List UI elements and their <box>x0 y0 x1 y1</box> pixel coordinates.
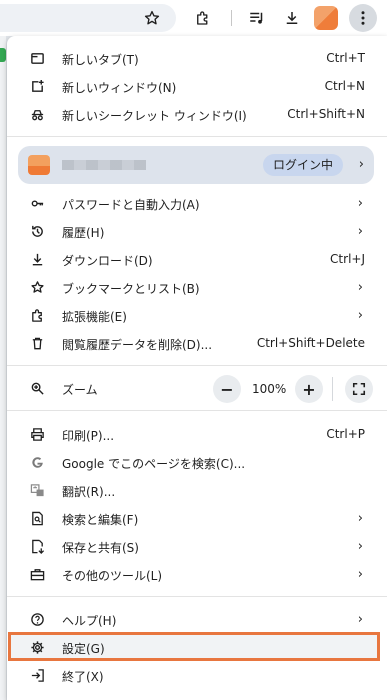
menu-item-save-share[interactable]: 保存と共有(S) › <box>7 532 387 560</box>
menu-item-passwords[interactable]: パスワードと自動入力(A) › <box>7 189 387 217</box>
menu-item-settings[interactable]: 設定(G) <box>7 633 387 661</box>
menu-shortcut: Ctrl+Shift+Delete <box>256 336 365 350</box>
new-window-icon <box>29 78 45 94</box>
menu-item-clear-data[interactable]: 閲覧履歴データを削除(D)... Ctrl+Shift+Delete <box>7 329 387 357</box>
translate-icon <box>29 482 45 498</box>
trash-icon <box>29 335 45 351</box>
menu-label: 新しいウィンドウ(N) <box>62 81 177 95</box>
menu-label: 印刷(P)... <box>62 429 115 443</box>
exit-icon <box>29 667 45 683</box>
page-background <box>0 36 6 700</box>
download-icon[interactable] <box>282 8 302 28</box>
reading-list-icon[interactable] <box>247 8 267 28</box>
star-icon[interactable] <box>142 8 162 28</box>
more-vert-icon[interactable] <box>349 4 377 32</box>
menu-shortcut: Ctrl+J <box>330 252 365 266</box>
zoom-level: 100% <box>252 382 287 396</box>
menu-label: ヘルプ(H) <box>62 614 117 628</box>
menu-label: 翻訳(R)... <box>62 485 116 499</box>
menu-label: 閲覧履歴データを削除(D)... <box>62 338 213 352</box>
find-in-page-icon <box>29 510 45 526</box>
zoom-out-button[interactable]: − <box>213 375 241 403</box>
chevron-right-icon: › <box>357 567 363 582</box>
menu-label: パスワードと自動入力(A) <box>62 198 200 212</box>
star-icon <box>29 279 45 295</box>
menu-label: 新しいシークレット ウィンドウ(I) <box>62 109 247 123</box>
menu-shortcut: Ctrl+P <box>326 427 365 441</box>
menu-label: 新しいタブ(T) <box>62 53 139 67</box>
menu-label: その他のツール(L) <box>62 569 163 583</box>
menu-shortcut: Ctrl+Shift+N <box>287 107 365 121</box>
menu-item-new-window[interactable]: 新しいウィンドウ(N) Ctrl+N <box>7 72 387 100</box>
chevron-right-icon: › <box>357 511 363 526</box>
menu-item-help[interactable]: ヘルプ(H) › <box>7 605 387 633</box>
menu-item-print[interactable]: 印刷(P)... Ctrl+P <box>7 420 387 448</box>
browser-toolbar <box>0 0 387 36</box>
menu-label: 拡張機能(E) <box>62 310 127 324</box>
fullscreen-button[interactable] <box>345 375 373 403</box>
zoom-divider <box>332 377 333 401</box>
menu-item-translate[interactable]: 翻訳(R)... <box>7 476 387 504</box>
toolbox-icon <box>29 566 45 582</box>
menu-item-google-search[interactable]: Google でこのページを検索(C)... <box>7 448 387 476</box>
menu-item-exit[interactable]: 終了(X) <box>7 661 387 689</box>
profile-avatar[interactable] <box>314 6 338 30</box>
fullscreen-icon <box>352 382 366 396</box>
chrome-menu: 新しいタブ(T) Ctrl+T 新しいウィンドウ(N) Ctrl+N 新しいシー… <box>7 36 387 700</box>
menu-item-new-incognito[interactable]: 新しいシークレット ウィンドウ(I) Ctrl+Shift+N <box>7 100 387 128</box>
chevron-right-icon: › <box>357 612 363 627</box>
menu-divider <box>7 410 387 411</box>
incognito-icon <box>29 106 45 122</box>
new-tab-icon <box>29 50 45 66</box>
menu-item-extensions[interactable]: 拡張機能(E) › <box>7 301 387 329</box>
profile-row[interactable]: ログイン中 › <box>18 146 374 184</box>
menu-item-new-tab[interactable]: 新しいタブ(T) Ctrl+T <box>7 44 387 72</box>
gear-icon <box>29 639 45 655</box>
help-icon <box>29 611 45 627</box>
menu-shortcut: Ctrl+T <box>326 51 365 65</box>
menu-item-downloads[interactable]: ダウンロード(D) Ctrl+J <box>7 245 387 273</box>
menu-label: 終了(X) <box>62 670 104 684</box>
toolbar-divider <box>231 10 232 26</box>
save-share-icon <box>29 538 45 554</box>
menu-label: ブックマークとリスト(B) <box>62 282 200 296</box>
menu-label: 検索と編集(F) <box>62 513 139 527</box>
chevron-right-icon: › <box>357 308 363 323</box>
menu-label: 設定(G) <box>62 642 105 656</box>
menu-shortcut: Ctrl+N <box>324 79 365 93</box>
zoom-icon <box>29 380 45 396</box>
google-icon <box>29 454 45 470</box>
menu-item-bookmarks[interactable]: ブックマークとリスト(B) › <box>7 273 387 301</box>
profile-name-redacted <box>62 160 146 170</box>
chevron-right-icon: › <box>358 157 364 172</box>
extensions-icon[interactable] <box>193 8 213 28</box>
menu-item-history[interactable]: 履歴(H) › <box>7 217 387 245</box>
menu-label: ダウンロード(D) <box>62 254 153 268</box>
page-fragment <box>0 48 6 62</box>
menu-item-search-edit[interactable]: 検索と編集(F) › <box>7 504 387 532</box>
menu-item-zoom: ズーム <box>7 374 387 402</box>
menu-divider <box>7 136 387 137</box>
menu-label: 保存と共有(S) <box>62 541 139 555</box>
signed-in-badge: ログイン中 <box>263 154 344 176</box>
menu-divider <box>7 596 387 597</box>
zoom-in-button[interactable]: + <box>295 375 323 403</box>
menu-label: 履歴(H) <box>62 226 105 240</box>
chevron-right-icon: › <box>357 280 363 295</box>
download-icon <box>29 251 45 267</box>
menu-item-more-tools[interactable]: その他のツール(L) › <box>7 560 387 588</box>
menu-label: Google でこのページを検索(C)... <box>62 457 246 471</box>
menu-label: ズーム <box>62 383 98 397</box>
chevron-right-icon: › <box>357 196 363 211</box>
history-icon <box>29 223 45 239</box>
profile-avatar <box>28 155 50 175</box>
chevron-right-icon: › <box>357 224 363 239</box>
chevron-right-icon: › <box>357 539 363 554</box>
extensions-icon <box>29 307 45 323</box>
key-icon <box>29 195 45 211</box>
print-icon <box>29 426 45 442</box>
menu-divider <box>7 365 387 366</box>
